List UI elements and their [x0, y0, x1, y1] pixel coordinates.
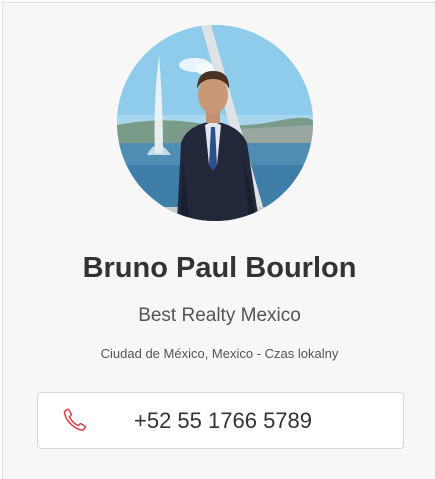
- agent-profile-card: Bruno Paul Bourlon Best Realty Mexico Ci…: [2, 2, 435, 479]
- phone-number: +52 55 1766 5789: [134, 408, 313, 433]
- agent-name: Bruno Paul Bourlon: [82, 252, 357, 284]
- avatar-photo: [117, 25, 313, 221]
- avatar: [117, 25, 313, 221]
- phone-icon: [62, 407, 87, 431]
- phone-button[interactable]: +52 55 1766 5789: [37, 392, 404, 449]
- agent-company: Best Realty Mexico: [138, 305, 301, 326]
- agent-location: Ciudad de México, Mexico - Czas lokalny: [100, 346, 339, 361]
